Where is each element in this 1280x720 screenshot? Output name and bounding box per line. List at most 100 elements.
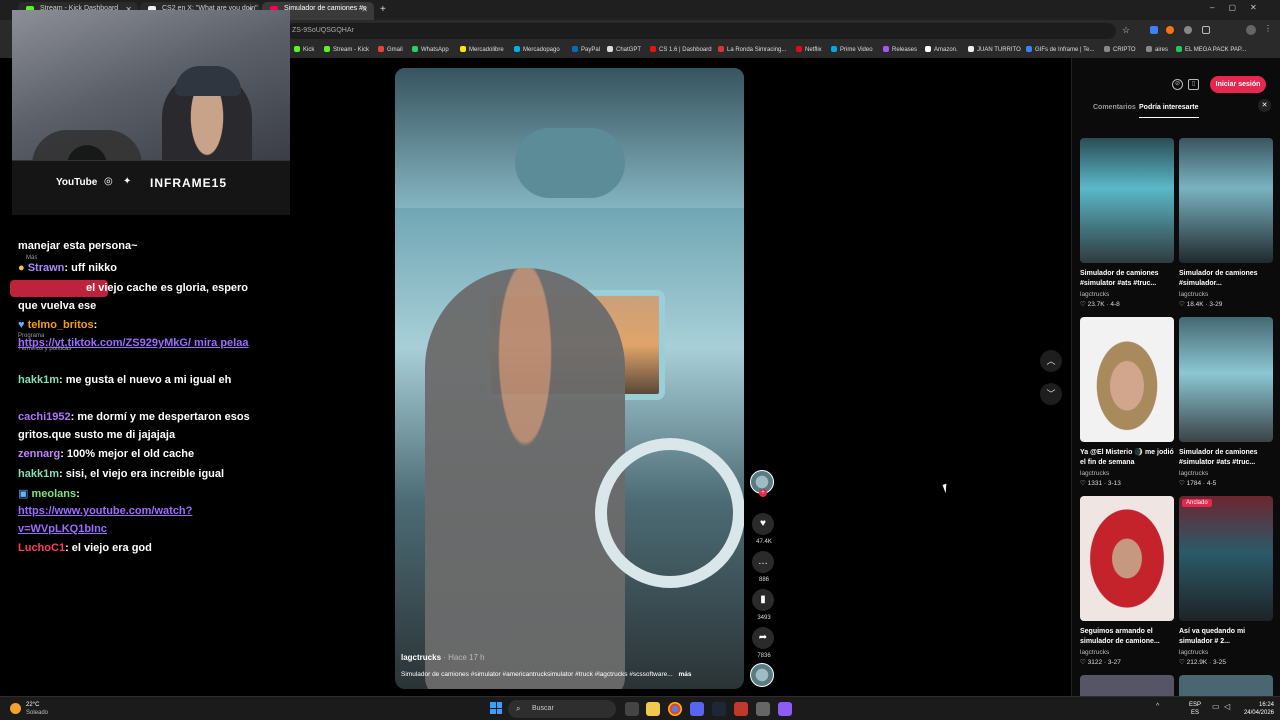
video-thumbnail[interactable] <box>1080 675 1174 696</box>
volume-icon[interactable]: ◁ <box>1224 702 1230 711</box>
instagram-icon: ◎ <box>104 176 113 187</box>
windows-start-icon[interactable] <box>490 702 502 714</box>
bookmark-cs16[interactable]: CS 1.6 | Dashboard <box>650 46 712 53</box>
suggested-video-card[interactable]: Simulador de camiones #simulador... lagc… <box>1179 138 1273 308</box>
badge-icon: ▣ <box>18 488 29 500</box>
video-person <box>425 268 625 689</box>
taskbar-search[interactable]: ⌕ Buscar <box>508 700 616 718</box>
bookmark-aires[interactable]: aires <box>1146 46 1168 53</box>
webcam-cap <box>175 66 241 96</box>
video-thumbnail[interactable] <box>1080 496 1174 621</box>
bookmark-juan-turrito[interactable]: JUAN TURRITO <box>968 46 1021 53</box>
tab-comments[interactable]: Comentarios <box>1093 104 1136 111</box>
menu-icon[interactable]: ⋮ <box>1264 24 1272 33</box>
suggested-video-card[interactable]: Simulador de camiones #simulator #ats #t… <box>1179 317 1273 487</box>
save-count: 3493 <box>757 615 771 621</box>
bookmark-amazon[interactable]: Amazon. <box>925 46 958 53</box>
device-icon[interactable]: ▯ <box>1188 79 1199 90</box>
video-description: Simulador de camiones #simulator #americ… <box>401 671 692 678</box>
extension-icon[interactable] <box>1150 26 1158 34</box>
suggested-video-card[interactable]: Ya @El Misterio 🌒 me jodió el fin de sem… <box>1080 317 1174 487</box>
puzzle-icon[interactable] <box>1202 26 1210 34</box>
chat-message: hakk1m: me gusta el nuevo a mi igual eh <box>18 374 232 386</box>
bookmark-whatsapp[interactable]: WhatsApp <box>412 46 449 53</box>
video-player[interactable]: lagctrucks · Hace 17 h Simulador de cami… <box>395 68 744 689</box>
app-icon[interactable] <box>734 702 748 716</box>
sound-avatar[interactable] <box>750 663 774 687</box>
previous-video-button[interactable]: ︿ <box>1040 350 1062 372</box>
badge-icon: ♥ <box>18 319 25 331</box>
chat-partial-message: manejar esta persona~ <box>18 240 138 252</box>
bookmark-releases[interactable]: Releases <box>883 46 917 53</box>
weather-widget[interactable]: 22°C Soleado <box>26 701 48 717</box>
chat-message: zennarg: 100% mejor el old cache <box>18 448 195 460</box>
suggested-video-card[interactable]: Simulador de camiones #simulator #ats #t… <box>1080 138 1174 308</box>
clock[interactable]: 16:24 24/04/2026 <box>1238 701 1274 717</box>
video-thumbnail[interactable] <box>1179 675 1273 696</box>
stream-chat: manejar esta persona~ ● Strawn: uff nikk… <box>12 238 250 568</box>
chat-message: https://vt.tiktok.com/ZS929yMkG/ mira pe… <box>18 337 249 349</box>
app-icon[interactable] <box>756 702 770 716</box>
bookmark-mega-pack[interactable]: EL MEGA PACK PAP... <box>1176 46 1246 53</box>
close-icon[interactable]: ✕ <box>1258 99 1271 112</box>
like-button[interactable]: ♥ <box>752 513 774 535</box>
bookmark-mercadopago[interactable]: Mercadopago <box>514 46 560 53</box>
share-count: 7836 <box>757 653 771 659</box>
chrome-icon[interactable] <box>668 702 682 716</box>
video-thumbnail[interactable] <box>1179 317 1273 442</box>
discord-icon[interactable] <box>690 702 704 716</box>
extension-icon[interactable] <box>1166 26 1174 34</box>
share-button[interactable]: ➦ <box>752 627 774 649</box>
chat-message: https://www.youtube.com/watch?v=WVpLKQ1b… <box>18 505 193 535</box>
sun-icon[interactable] <box>10 703 21 714</box>
twitch-icon[interactable] <box>778 702 792 716</box>
follow-plus-icon[interactable]: + <box>759 489 767 497</box>
star-icon[interactable]: ☆ <box>1122 25 1130 36</box>
bookmark-netflix[interactable]: Netflix <box>796 46 822 53</box>
new-tab-button[interactable]: + <box>380 4 386 15</box>
chat-message: cachi1952: me dormí y me despertaron eso… <box>18 411 250 441</box>
login-button[interactable]: Iniciar sesión <box>1210 76 1266 93</box>
tab-suggested[interactable]: Podría interesarte <box>1139 104 1199 111</box>
bookmark-chatgpt[interactable]: ChatGPT <box>607 46 641 53</box>
chat-message: el viejo cache es gloria, espero que vue… <box>18 282 249 312</box>
video-thumbnail[interactable] <box>1080 138 1174 263</box>
video-thumbnail[interactable] <box>1080 317 1174 442</box>
window-controls[interactable]: –▢✕ <box>1210 3 1271 12</box>
bookmark-gifs[interactable]: GIFs de Inframe | Te... <box>1026 46 1094 53</box>
bookmark-stream-kick[interactable]: Stream - Kick <box>324 46 369 53</box>
side-panel: ⊘ ▯ Iniciar sesión Comentarios Podría in… <box>1071 58 1280 696</box>
search-icon: ⌕ <box>516 704 521 713</box>
profile-avatar[interactable] <box>1246 25 1256 35</box>
suggested-video-card[interactable]: Anclado Así va quedando mi simulador # 2… <box>1179 496 1273 666</box>
extension-icon[interactable] <box>1184 26 1192 34</box>
bookmark-kick[interactable]: Kick <box>294 46 314 53</box>
video-thumbnail[interactable]: Anclado <box>1179 496 1273 621</box>
task-view-icon[interactable] <box>625 702 639 716</box>
more-button[interactable]: más <box>678 671 691 678</box>
like-count: 47.4K <box>756 539 772 545</box>
file-explorer-icon[interactable] <box>646 702 660 716</box>
next-video-button[interactable]: ﹀ <box>1040 383 1062 405</box>
close-icon[interactable]: ✕ <box>361 5 368 14</box>
upload-icon[interactable]: ⊘ <box>1172 79 1183 90</box>
bookmark-mercadolibre[interactable]: Mercadolibre <box>460 46 504 53</box>
save-button[interactable]: ▮ <box>752 589 774 611</box>
tray-chevron-icon[interactable]: ^ <box>1156 703 1159 710</box>
bookmark-gmail[interactable]: Gmail <box>378 46 403 53</box>
video-thumbnail[interactable] <box>1179 138 1273 263</box>
video-author[interactable]: lagctrucks · Hace 17 h <box>401 653 485 662</box>
network-icon[interactable]: ▭ <box>1212 702 1220 711</box>
url-field[interactable]: ZS-9SoUQSGQHAr <box>286 23 1116 39</box>
tab-underline <box>1139 117 1199 118</box>
language-indicator[interactable]: ESP ES <box>1189 701 1201 717</box>
chat-message: LuchoC1: el viejo era god <box>18 542 152 554</box>
comment-button[interactable]: … <box>752 551 774 573</box>
bookmark-prime-video[interactable]: Prime Video <box>831 46 873 53</box>
bookmark-paypal[interactable]: PayPal <box>572 46 600 53</box>
bookmark-la-ronda[interactable]: La Ronda Simracing... <box>718 46 786 53</box>
bookmark-cripto[interactable]: CRIPTO <box>1104 46 1136 53</box>
suggested-video-card[interactable]: Seguimos armando el simulador de camione… <box>1080 496 1174 666</box>
streamer-handle: INFRAME15 <box>150 176 228 190</box>
steam-icon[interactable] <box>712 702 726 716</box>
